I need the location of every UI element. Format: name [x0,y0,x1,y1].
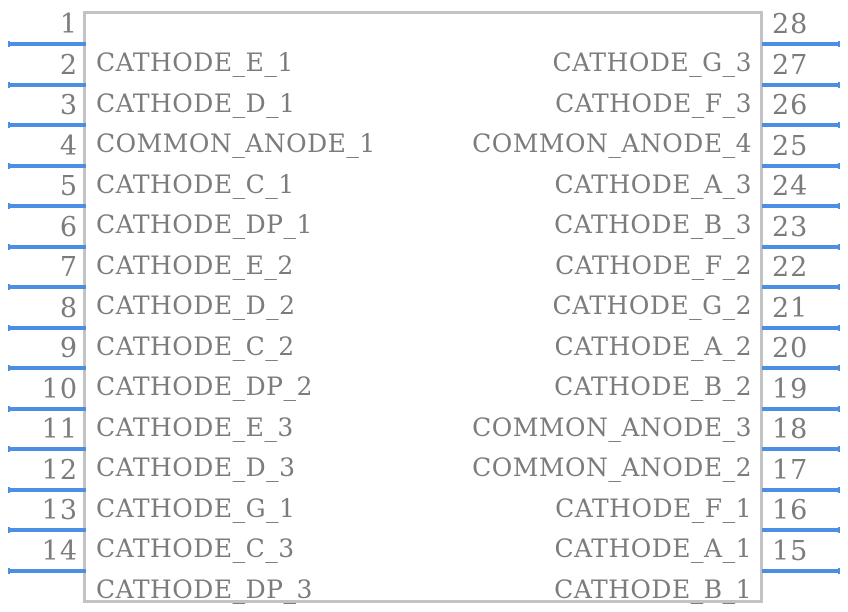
pin-label-8: CATHODE_C_2 [96,331,295,361]
pin-line-8[interactable] [8,324,86,331]
pin-line-5[interactable] [8,203,86,209]
pin-label-21: CATHODE_A_2 [554,331,752,361]
pin-number-24: 24 [772,171,809,202]
pin-label-16: CATHODE_A_1 [554,534,752,563]
pin-label-26: COMMON_ANODE_4 [472,129,752,158]
pin-line-14[interactable] [8,567,86,574]
pin-number-14: 14 [41,535,78,567]
pin-line-28[interactable] [762,41,840,47]
pin-label-6: CATHODE_E_2 [96,250,294,280]
pin-label-17: CATHODE_F_1 [555,493,752,523]
pin-line-26[interactable] [762,122,840,128]
pin-label-25: CATHODE_A_3 [554,169,752,199]
pin-number-25: 25 [772,130,809,162]
pin-line-24[interactable] [762,203,840,209]
pin-line-1[interactable] [8,41,86,47]
pin-line-11[interactable] [8,446,86,452]
pin-number-19: 19 [772,373,809,405]
pin-line-10[interactable] [8,405,86,412]
pin-number-9: 9 [59,333,78,364]
pin-line-17[interactable] [762,486,840,493]
pin-number-23: 23 [772,211,809,243]
pin-line-4[interactable] [8,162,86,169]
pin-label-19: COMMON_ANODE_3 [472,412,752,442]
pin-label-4: CATHODE_C_1 [96,169,295,199]
pin-line-3[interactable] [8,122,86,128]
pin-label-14: CATHODE_DP_3 [96,574,313,604]
pin-number-4: 4 [59,130,78,162]
pin-line-16[interactable] [762,527,840,533]
pin-number-3: 3 [59,90,78,121]
pin-number-27: 27 [772,49,809,81]
pin-number-8: 8 [59,292,78,324]
pin-number-18: 18 [772,414,809,445]
pin-number-5: 5 [59,171,78,202]
pin-label-15: CATHODE_B_1 [554,574,752,604]
pin-label-20: CATHODE_B_2 [554,372,752,401]
pin-label-28: CATHODE_G_3 [552,48,752,77]
pin-number-7: 7 [59,252,78,283]
pin-number-16: 16 [772,495,809,526]
pin-number-13: 13 [41,495,78,526]
pin-line-2[interactable] [8,81,86,88]
pin-line-22[interactable] [762,284,840,290]
pin-line-15[interactable] [762,567,840,574]
pin-number-28: 28 [772,9,809,40]
pin-line-18[interactable] [762,446,840,452]
pin-label-18: COMMON_ANODE_2 [472,453,752,482]
pin-number-6: 6 [59,211,78,243]
pin-label-27: CATHODE_F_3 [555,88,752,118]
pin-line-6[interactable] [8,243,86,250]
pin-label-13: CATHODE_C_3 [96,534,295,563]
pin-number-22: 22 [772,252,809,283]
pin-label-1: CATHODE_E_1 [96,48,294,77]
pin-label-5: CATHODE_DP_1 [96,210,313,239]
pin-line-21[interactable] [762,324,840,331]
pin-line-13[interactable] [8,527,86,533]
pin-number-12: 12 [41,454,78,486]
pin-line-23[interactable] [762,243,840,250]
pin-number-17: 17 [772,454,809,486]
pin-line-7[interactable] [8,284,86,290]
pin-line-25[interactable] [762,162,840,169]
pin-number-20: 20 [772,333,809,364]
pin-number-1: 1 [59,9,78,40]
pin-label-3: COMMON_ANODE_1 [96,129,376,158]
pin-number-10: 10 [41,373,78,405]
pin-label-2: CATHODE_D_1 [96,88,296,118]
pin-line-9[interactable] [8,365,86,371]
pin-label-12: CATHODE_G_1 [96,493,296,523]
pin-number-11: 11 [41,414,78,445]
pin-number-21: 21 [772,292,809,324]
pin-line-19[interactable] [762,405,840,412]
pin-line-27[interactable] [762,81,840,88]
pin-label-11: CATHODE_D_3 [96,453,296,482]
pin-label-22: CATHODE_G_2 [552,291,752,320]
pin-number-26: 26 [772,90,809,121]
pin-number-15: 15 [772,535,809,567]
pin-line-12[interactable] [8,486,86,493]
pin-label-23: CATHODE_F_2 [555,250,752,280]
pin-label-7: CATHODE_D_2 [96,291,296,320]
pin-number-2: 2 [59,49,78,81]
pin-label-10: CATHODE_E_3 [96,412,294,442]
pin-line-20[interactable] [762,365,840,371]
pin-label-9: CATHODE_DP_2 [96,372,313,401]
pin-label-24: CATHODE_B_3 [554,210,752,239]
schematic-symbol-canvas: 1 CATHODE_E_1 2 CATHODE_D_1 3 COMMON_ANODE_1 4… [0,0,848,612]
